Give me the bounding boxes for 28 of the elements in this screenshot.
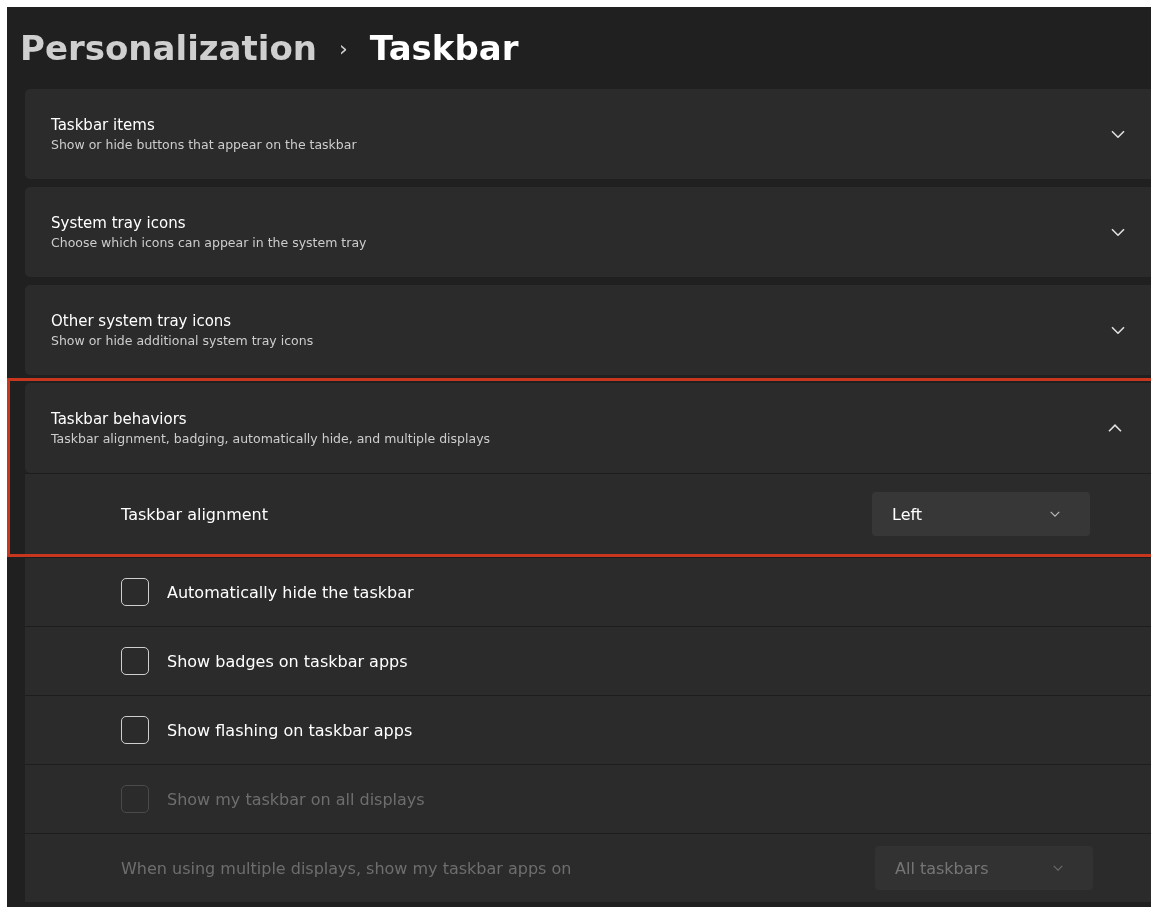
breadcrumb-separator: › <box>339 35 348 61</box>
section-description: Show or hide buttons that appear on the taskbar <box>51 137 358 152</box>
chevron-down-icon <box>1111 325 1125 335</box>
chevron-down-icon <box>1111 129 1125 139</box>
section-description: Show or hide additional system tray icons <box>51 333 315 348</box>
section-title: Other system tray icons <box>51 312 233 330</box>
chevron-down-icon <box>1050 511 1060 517</box>
checkbox-label: Show badges on taskbar apps <box>167 651 409 671</box>
section-description: Choose which icons can appear in the system tray <box>51 235 368 250</box>
chevron-down-icon <box>1111 227 1125 237</box>
setting-label: When using multiple displays, show my taskbar apps on <box>121 858 573 878</box>
checkbox-label: Show flashing on taskbar apps <box>167 720 414 740</box>
settings-card[interactable]: System tray icons Choose which icons can appear in the system tray <box>25 187 1151 277</box>
checkbox-label: Show my taskbar on all displays <box>167 789 426 809</box>
dropdown[interactable]: Left <box>872 492 1090 536</box>
page-title: Taskbar <box>369 28 519 68</box>
settings-card[interactable]: Taskbar items Show or hide buttons that appear on the taskbar <box>25 89 1151 179</box>
section-description: Taskbar alignment, badging, automatically hide, and multiple displays <box>51 431 492 446</box>
section-title: System tray icons <box>51 214 187 232</box>
setting-label: Taskbar alignment <box>121 504 269 524</box>
breadcrumb-parent[interactable]: Personalization <box>20 28 317 68</box>
chevron-up-icon <box>1108 423 1122 433</box>
settings-card[interactable]: Other system tray icons Show or hide additional system tray icons <box>25 285 1151 375</box>
checkbox-label: Automatically hide the taskbar <box>167 582 415 602</box>
settings-card[interactable]: Taskbar behaviors Taskbar alignment, badging, automatically hide, and multiple displays <box>25 383 1151 473</box>
chevron-down-icon <box>1053 865 1063 871</box>
section-title: Taskbar items <box>51 116 156 134</box>
section-title: Taskbar behaviors <box>51 410 188 428</box>
